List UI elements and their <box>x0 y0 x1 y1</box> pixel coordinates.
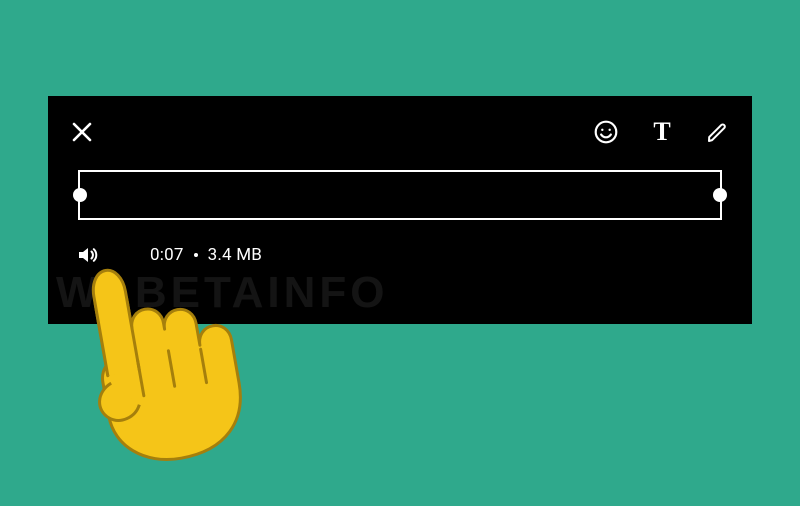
trim-end-handle[interactable] <box>713 188 727 202</box>
toolbar-left <box>68 118 96 146</box>
editor-toolbar: T <box>68 112 732 152</box>
video-duration: 0:07 <box>150 245 184 265</box>
sound-toggle-icon[interactable] <box>74 242 100 268</box>
close-icon[interactable] <box>68 118 96 146</box>
watermark-text: WABETAINFO <box>56 268 744 318</box>
video-info-text: 0:07 3.4 MB <box>150 245 262 265</box>
video-file-size: 3.4 MB <box>208 245 262 265</box>
text-tool-icon[interactable]: T <box>648 119 676 145</box>
editor-panel: WABETAINFO <box>48 96 752 324</box>
stage: WABETAINFO <box>0 0 800 506</box>
trim-start-handle[interactable] <box>73 188 87 202</box>
toolbar-right: T <box>592 118 732 146</box>
video-info-row: 0:07 3.4 MB <box>74 242 726 268</box>
video-trim-track[interactable] <box>78 170 722 220</box>
emoji-icon[interactable] <box>592 118 620 146</box>
draw-pencil-icon[interactable] <box>704 118 732 146</box>
separator-dot <box>194 253 198 257</box>
